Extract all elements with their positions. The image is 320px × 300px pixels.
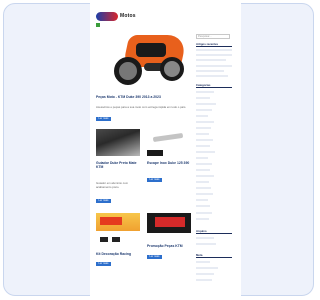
widget-title-categories: Categorias bbox=[196, 84, 232, 88]
post-thumbnail[interactable] bbox=[96, 129, 140, 156]
category-link[interactable] bbox=[196, 157, 208, 159]
category-link[interactable] bbox=[196, 175, 214, 177]
widget-title-archive: Arquivo bbox=[196, 230, 232, 234]
category-link[interactable] bbox=[196, 151, 215, 153]
category-link[interactable] bbox=[196, 103, 216, 105]
category-link[interactable] bbox=[196, 218, 209, 220]
category-link[interactable] bbox=[196, 145, 210, 147]
post-read-more-button[interactable]: Ler mais bbox=[147, 178, 162, 182]
meta-link[interactable] bbox=[196, 273, 214, 275]
post-thumbnail[interactable] bbox=[147, 213, 191, 240]
site-logo[interactable]: Motos bbox=[96, 10, 136, 22]
sidebar-link[interactable] bbox=[196, 75, 228, 77]
logo-mark bbox=[96, 11, 118, 21]
sidebar-link[interactable] bbox=[196, 49, 232, 51]
archive-link[interactable] bbox=[196, 237, 214, 239]
home-icon[interactable] bbox=[96, 23, 100, 27]
sidebar-link[interactable] bbox=[196, 59, 226, 61]
post-thumbnail[interactable] bbox=[96, 213, 140, 246]
search-input[interactable]: Pesquisar... bbox=[196, 34, 230, 39]
category-link[interactable] bbox=[196, 91, 214, 93]
logo-text: Motos bbox=[120, 13, 136, 19]
promo-part bbox=[112, 237, 120, 242]
category-link[interactable] bbox=[196, 181, 209, 183]
promo-graphic bbox=[100, 217, 122, 225]
banner-stripe bbox=[147, 233, 191, 240]
category-link[interactable] bbox=[196, 127, 211, 129]
post-title[interactable]: Promoção Peças KTM bbox=[147, 244, 191, 252]
hero-excerpt: Acessórios e peças para a sua moto com e… bbox=[96, 106, 187, 109]
category-link[interactable] bbox=[196, 212, 212, 214]
sidebar-link[interactable] bbox=[196, 65, 232, 67]
promo-banner bbox=[155, 217, 185, 227]
post-title[interactable]: Guiador Duke Preto Mate KTM bbox=[96, 161, 140, 178]
hero-read-more-button[interactable]: Ler mais bbox=[96, 117, 111, 121]
post-excerpt: Guiador em alumínio com acabamento preto… bbox=[96, 182, 129, 189]
widget-title-meta: Meta bbox=[196, 254, 232, 258]
post-read-more-button[interactable]: Ler mais bbox=[96, 262, 111, 266]
category-link[interactable] bbox=[196, 163, 212, 165]
promo-part bbox=[100, 237, 108, 242]
post-title[interactable]: Kit Decoração Racing bbox=[96, 252, 140, 260]
meta-link[interactable] bbox=[196, 261, 210, 263]
meta-link[interactable] bbox=[196, 267, 218, 269]
webpage: Motos Peças Moto - KTM Duke 390 2013 a 2… bbox=[90, 2, 241, 300]
post-read-more-button[interactable]: Ler mais bbox=[147, 255, 162, 259]
hero-image[interactable] bbox=[96, 29, 191, 91]
sidebar-link[interactable] bbox=[196, 54, 232, 56]
category-link[interactable] bbox=[196, 199, 208, 201]
category-link[interactable] bbox=[196, 97, 210, 99]
post-title[interactable]: Escape Inox Duke 125 390 bbox=[147, 161, 191, 174]
thumbnail-badge bbox=[147, 150, 163, 156]
bike-front-wheel bbox=[160, 57, 184, 81]
widget-title-recent: Artigos recentes bbox=[196, 43, 232, 47]
post-thumbnail[interactable] bbox=[147, 129, 191, 156]
bike-rear-wheel bbox=[114, 57, 142, 85]
archive-link[interactable] bbox=[196, 243, 216, 245]
category-link[interactable] bbox=[196, 193, 213, 195]
category-link[interactable] bbox=[196, 139, 213, 141]
bike-tank bbox=[136, 43, 166, 57]
post-read-more-button[interactable]: Ler mais bbox=[96, 199, 111, 203]
hero-post-title[interactable]: Peças Moto - KTM Duke 390 2013 a 2023 bbox=[96, 95, 191, 104]
category-link[interactable] bbox=[196, 133, 209, 135]
sidebar-link[interactable] bbox=[196, 70, 224, 72]
category-link[interactable] bbox=[196, 169, 210, 171]
category-link[interactable] bbox=[196, 187, 211, 189]
exhaust-image bbox=[152, 132, 184, 143]
category-link[interactable] bbox=[196, 121, 214, 123]
category-link[interactable] bbox=[196, 109, 212, 111]
meta-link[interactable] bbox=[196, 279, 212, 281]
category-link[interactable] bbox=[196, 205, 210, 207]
category-link[interactable] bbox=[196, 115, 208, 117]
